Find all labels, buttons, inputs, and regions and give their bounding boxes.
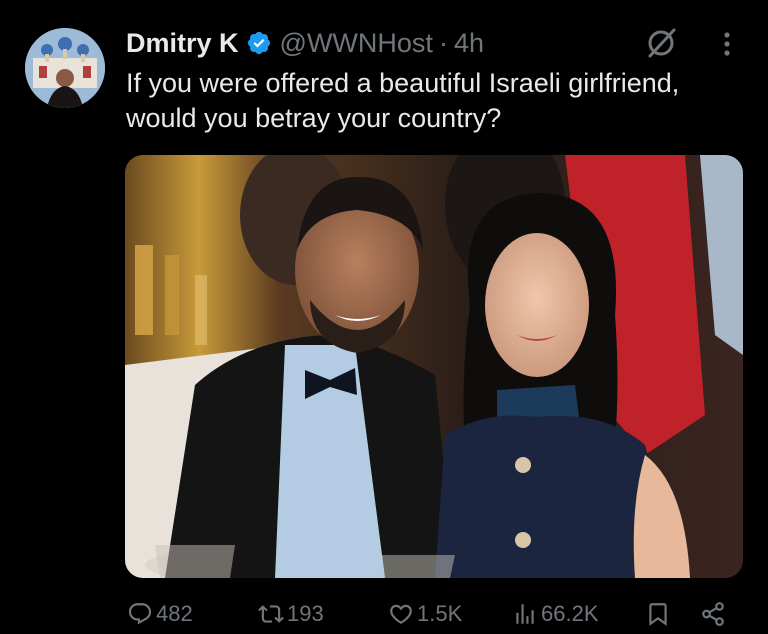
separator-dot: ·: [438, 27, 448, 58]
repost-count: 193: [287, 601, 324, 626]
post-text: If you were offered a beautiful Israeli …: [126, 68, 680, 133]
post-image[interactable]: [125, 155, 743, 578]
like-icon: [390, 604, 412, 624]
verified-badge-icon: [247, 31, 270, 55]
author-name[interactable]: Dmitry K: [126, 28, 239, 59]
reply-button[interactable]: 482: [127, 596, 193, 632]
author-handle[interactable]: @WWNHost: [280, 28, 433, 59]
bookmark-icon: [649, 603, 667, 626]
views-button[interactable]: 66.2K: [512, 596, 599, 632]
action-bar: 482 193 1.5K 66.2K: [0, 596, 768, 632]
repost-button[interactable]: 193: [258, 596, 324, 632]
avatar[interactable]: [25, 28, 105, 108]
like-count: 1.5K: [417, 601, 463, 626]
share-button[interactable]: [700, 596, 729, 632]
views-count: 66.2K: [541, 601, 599, 626]
views-icon: [516, 604, 534, 624]
reply-icon: [128, 603, 152, 625]
bookmark-button[interactable]: [645, 596, 674, 632]
like-button[interactable]: 1.5K: [388, 596, 462, 632]
photo-couple-at-gala: [125, 155, 743, 578]
post-time[interactable]: 4h: [454, 28, 484, 59]
more-icon[interactable]: [716, 30, 738, 58]
reply-count: 482: [156, 601, 193, 626]
repost-icon: [258, 605, 284, 623]
share-icon: [702, 602, 724, 626]
post-header: Dmitry K @WWNHost · 4h: [126, 26, 484, 60]
avatar-image: [25, 28, 105, 108]
grok-icon[interactable]: [644, 26, 678, 60]
